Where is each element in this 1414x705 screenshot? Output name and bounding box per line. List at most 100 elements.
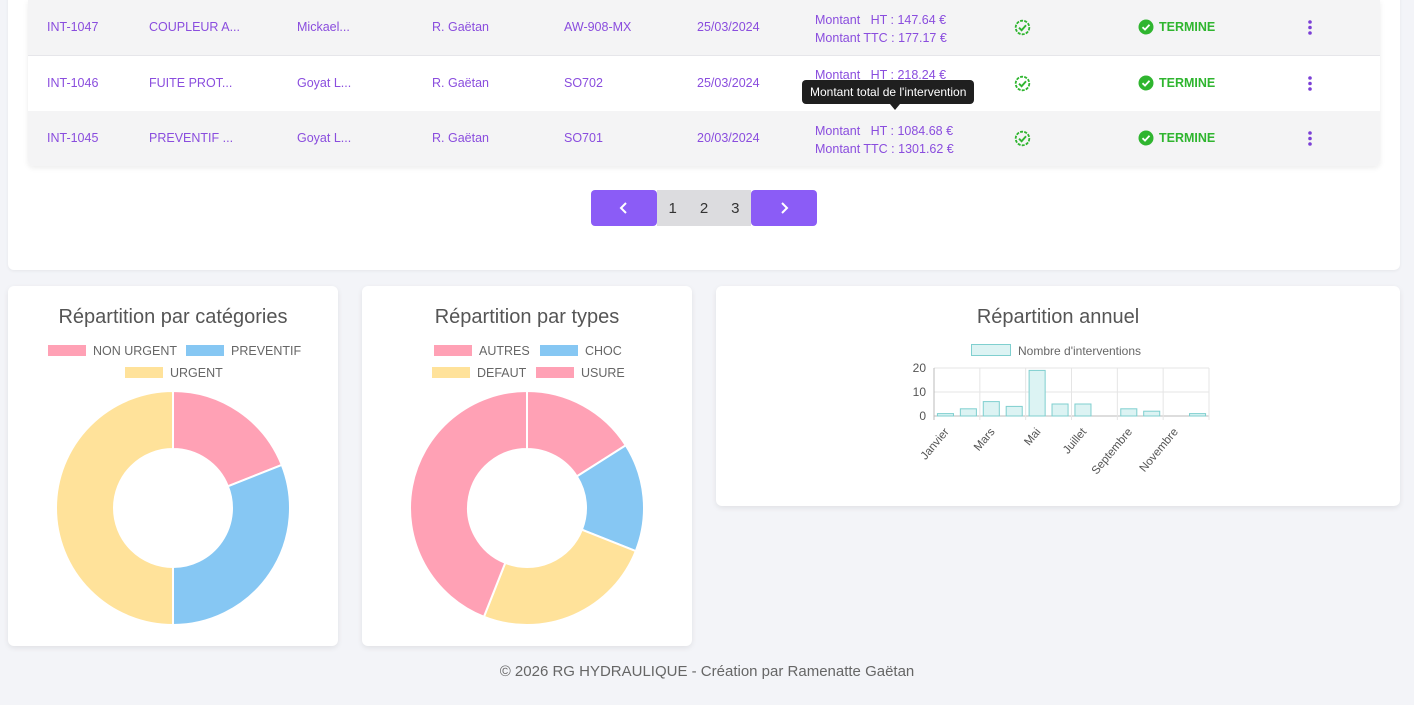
legend-autres[interactable]: AUTRES	[434, 343, 530, 359]
amount-block[interactable]: Montant HT : 1084.68 € Montant TTC : 1301…	[815, 122, 954, 158]
footer-copyright: © 2026 RG HYDRAULIQUE - Création par Ram…	[499, 663, 915, 680]
bar-décembre[interactable]	[1189, 413, 1207, 417]
annual-panel: Répartition annuel Nombre d'intervention…	[716, 286, 1400, 506]
bar-octobre[interactable]	[1143, 410, 1161, 417]
vehicle-reference: SO701	[564, 131, 603, 145]
x-tick-label: Juillet	[1061, 426, 1090, 457]
legend-preventif[interactable]: PREVENTIF	[186, 343, 301, 359]
technician-name: R. Gaëtan	[432, 131, 489, 145]
amount-block[interactable]: Montant HT : 147.64 € Montant TTC : 177.1…	[815, 11, 947, 47]
verified-check-icon	[1014, 130, 1031, 147]
legend-swatch	[125, 367, 163, 378]
legend-swatch	[536, 367, 574, 378]
category-slice-urgent[interactable]	[55, 389, 174, 626]
legend-swatch	[48, 345, 86, 356]
check-circle-icon	[1138, 19, 1154, 35]
y-tick-label: 20	[913, 361, 927, 375]
legend-swatch	[971, 344, 1011, 356]
status-label: TERMINE	[1159, 131, 1216, 145]
page-3-button[interactable]: 3	[731, 200, 739, 217]
intervention-id: INT-1045	[47, 131, 99, 145]
amount-tooltip: Montant total de l'intervention	[802, 80, 975, 104]
status-badge: TERMINE	[1138, 19, 1228, 36]
legend-label: URGENT	[170, 366, 223, 380]
bar-septembre[interactable]	[1120, 408, 1138, 417]
tooltip-arrow	[890, 104, 900, 110]
bar-juillet[interactable]	[1074, 403, 1092, 417]
y-tick-label: 10	[913, 385, 927, 399]
check-circle-icon	[1138, 75, 1154, 91]
chevron-right-icon	[781, 202, 789, 214]
vehicle-reference: AW-908-MX	[564, 20, 632, 34]
bar-janvier[interactable]	[936, 413, 954, 417]
intervention-date: 25/03/2024	[697, 20, 760, 34]
status-badge: TERMINE	[1138, 75, 1228, 92]
legend-swatch	[540, 345, 578, 356]
status-label: TERMINE	[1159, 20, 1216, 34]
table-row[interactable]: INT-1047 COUPLEUR A... Mickael... R. Gaëtan…	[28, 0, 1380, 56]
legend-choc[interactable]: CHOC	[540, 343, 622, 359]
table-row[interactable]: INT-1046 FUITE PROT... Goyat L... R. Gaëtan…	[28, 56, 1380, 112]
legend-usure[interactable]: USURE	[536, 365, 625, 381]
page-2-button[interactable]: 2	[700, 200, 708, 217]
legend-non-urgent[interactable]: NON URGENT	[48, 343, 177, 359]
categories-panel: Répartition par catégories NON URGENT PR…	[8, 286, 338, 646]
x-tick-label: Novembre	[1138, 426, 1181, 474]
intervention-id: INT-1046	[47, 76, 99, 90]
annual-bar-chart: 20 10 0 Janvier Mars Mai Juillet Septembre Novem…	[913, 361, 1210, 477]
annual-title: Répartition annuel	[976, 306, 1140, 328]
bar-juin[interactable]	[1051, 403, 1069, 417]
chevron-left-icon	[619, 202, 627, 214]
amount-ht: Montant HT : 147.64 €	[815, 13, 947, 27]
verified-check-icon	[1014, 75, 1031, 92]
legend-defaut[interactable]: DEFAUT	[432, 365, 526, 381]
intervention-title: COUPLEUR A...	[149, 20, 240, 34]
more-options-icon[interactable]	[1307, 130, 1313, 147]
legend-label: CHOC	[585, 344, 622, 358]
more-options-icon[interactable]	[1307, 75, 1313, 92]
bar-avril[interactable]	[1005, 405, 1023, 417]
client-name: Mickael...	[297, 20, 350, 34]
type-slice-defaut[interactable]	[482, 528, 638, 626]
verified-check-icon	[1014, 19, 1031, 36]
x-tick-label: Janvier	[919, 426, 952, 462]
bar-mars[interactable]	[982, 401, 1000, 417]
intervention-date: 25/03/2024	[697, 76, 760, 90]
types-donut-chart	[409, 389, 645, 626]
more-options-icon[interactable]	[1307, 19, 1313, 36]
interventions-table: INT-1047 COUPLEUR A... Mickael... R. Gaëtan…	[28, 0, 1380, 166]
next-page-button[interactable]	[751, 190, 817, 226]
technician-name: R. Gaëtan	[432, 20, 489, 34]
category-slice-preventif[interactable]	[172, 463, 291, 626]
legend-swatch	[434, 345, 472, 356]
status-label: TERMINE	[1159, 76, 1216, 90]
bar-mai[interactable]	[1028, 369, 1046, 417]
page-1-button[interactable]: 1	[668, 200, 676, 217]
types-title: Répartition par types	[434, 306, 620, 328]
table-row[interactable]: INT-1045 PREVENTIF ... Goyat L... R. Gaëtan…	[28, 111, 1380, 166]
legend-swatch	[186, 345, 224, 356]
intervention-id: INT-1047	[47, 20, 99, 34]
intervention-title: PREVENTIF ...	[149, 131, 234, 145]
bar-février[interactable]	[959, 408, 977, 417]
legend-label: DEFAUT	[477, 366, 527, 380]
vehicle-reference: SO702	[564, 76, 603, 90]
amount-ttc: Montant TTC : 177.17 €	[815, 31, 947, 45]
previous-page-button[interactable]	[591, 190, 657, 226]
types-panel: Répartition par types AUTRES CHOC DEFAUT…	[362, 286, 692, 646]
categories-title: Répartition par catégories	[58, 306, 288, 328]
x-tick-label: Septembre	[1090, 426, 1135, 477]
legend-urgent[interactable]: URGENT	[125, 365, 223, 381]
x-tick-label: Mars	[972, 426, 998, 453]
check-circle-icon	[1138, 130, 1154, 146]
legend-label: USURE	[581, 366, 625, 380]
categories-donut-chart	[55, 389, 291, 626]
amount-ht: Montant HT : 1084.68 €	[815, 124, 954, 138]
legend-label: PREVENTIF	[231, 344, 302, 358]
amount-ttc: Montant TTC : 1301.62 €	[815, 142, 954, 156]
client-name: Goyat L...	[297, 131, 352, 145]
client-name: Goyat L...	[297, 76, 352, 90]
x-tick-label: Mai	[1022, 426, 1043, 448]
legend-swatch	[432, 367, 470, 378]
status-badge: TERMINE	[1138, 130, 1228, 147]
